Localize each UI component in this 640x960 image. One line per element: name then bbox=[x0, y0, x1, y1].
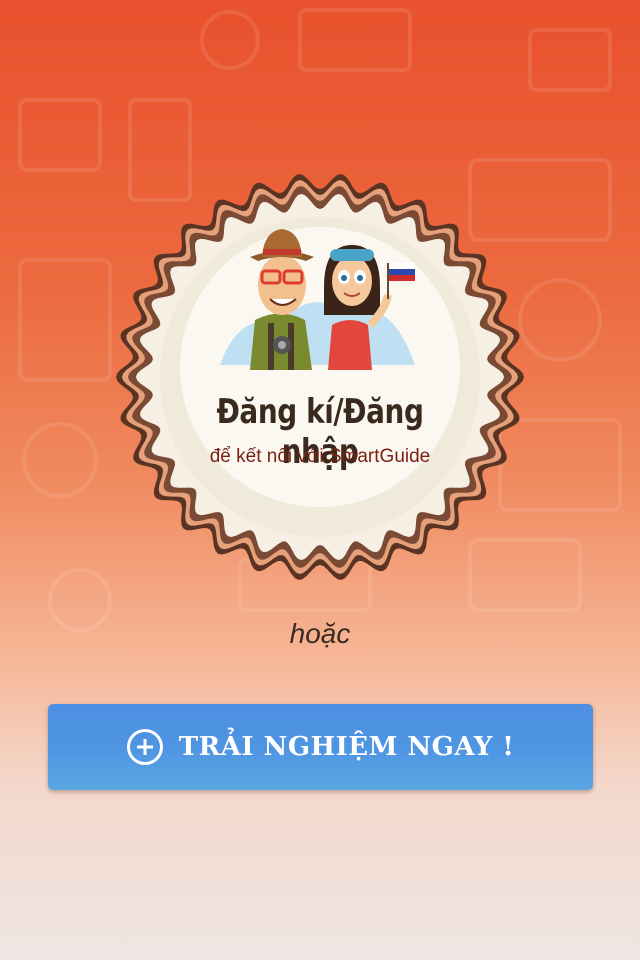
travelers-illustration bbox=[220, 229, 415, 370]
try-now-label: TRẢI NGHIỆM NGAY ! bbox=[178, 732, 515, 762]
plus-circle-icon bbox=[126, 729, 163, 765]
badge-subtitle: để kết nối với SmartGuide bbox=[209, 446, 431, 467]
login-badge[interactable]: Đăng kí/Đăng nhập để kết nối với SmartGu… bbox=[0, 0, 640, 640]
try-now-button[interactable]: TRẢI NGHIỆM NGAY ! bbox=[48, 704, 593, 790]
or-separator: hoặc bbox=[289, 618, 351, 649]
